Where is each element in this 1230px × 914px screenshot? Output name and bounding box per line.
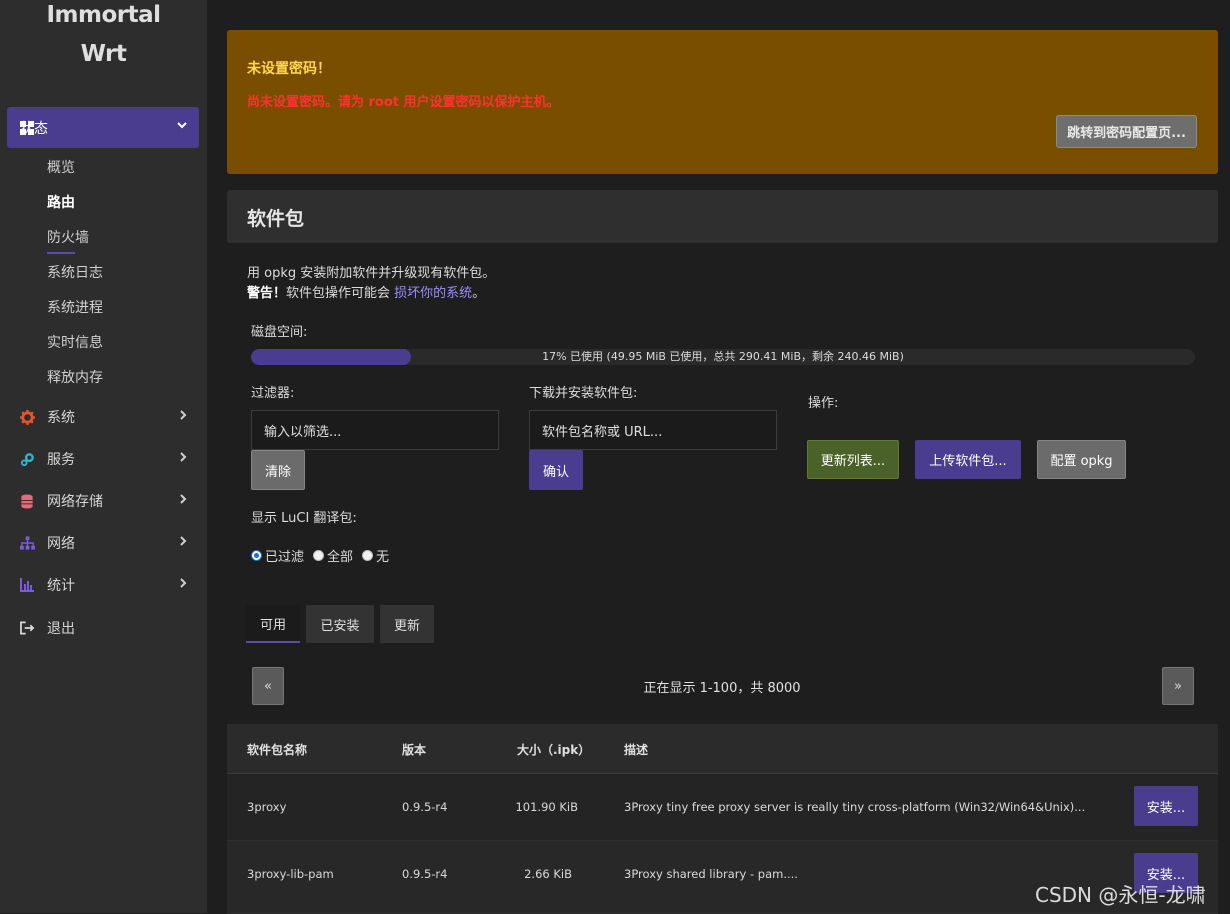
sidebar-item-statistics[interactable]: 统计: [0, 570, 207, 600]
filter-input[interactable]: 输入以筛选...: [251, 410, 499, 450]
chevron-right-icon: [178, 451, 188, 467]
password-warning-alert: 未设置密码！ 尚未设置密码。请为 root 用户设置密码以保护主机。 跳转到密码…: [227, 30, 1218, 174]
tab-available[interactable]: 可用: [246, 605, 300, 643]
upload-package-button[interactable]: 上传软件包...: [915, 440, 1021, 479]
section-header: 软件包: [227, 190, 1218, 243]
database-icon: [19, 493, 35, 509]
filter-label: 过滤器:: [251, 386, 295, 401]
chevron-right-icon: [178, 577, 188, 593]
subitem-hover-underline: [47, 252, 75, 254]
table-row: 3proxy 0.9.5-r4 101.90 KiB 3Proxy tiny f…: [227, 774, 1218, 841]
sidebar-item-logout[interactable]: 退出: [0, 613, 207, 643]
alert-title: 未设置密码！: [247, 61, 331, 77]
damage-system-link[interactable]: 损坏你的系统: [394, 286, 472, 301]
column-header-size: 大小（.ipk）: [517, 743, 591, 757]
radio-option-all[interactable]: 全部: [313, 546, 353, 565]
sidebar-item-status[interactable]: 状态: [7, 107, 199, 148]
radio-option-none[interactable]: 无: [362, 546, 389, 565]
description-text: 用 opkg 安装附加软件并升级现有软件包。: [247, 266, 496, 281]
sidebar-subitem-syslog[interactable]: 系统日志: [47, 262, 103, 282]
gear-icon: [19, 409, 35, 425]
sidebar-item-label: 退出: [47, 621, 75, 637]
warning-text: 警告！软件包操作可能会 损坏你的系统。: [247, 282, 485, 301]
packages-table-header: 软件包名称 版本 大小（.ipk） 描述: [227, 724, 1218, 774]
package-size: 101.90 KiB: [515, 800, 578, 814]
sidebar-subitem-processes[interactable]: 系统进程: [47, 297, 103, 317]
brand-logo-line1: Immortal: [46, 2, 161, 28]
csdn-watermark: CSDN @永恒-龙啸: [1035, 883, 1206, 907]
package-version: 0.9.5-r4: [402, 800, 448, 814]
cogs-icon: [19, 451, 35, 467]
download-install-label: 下载并安装软件包:: [529, 386, 638, 401]
chevron-right-icon: [178, 493, 188, 509]
disk-usage-progress: 17% 已使用 (49.95 MiB 已使用，总共 290.41 MiB，剩余 …: [251, 349, 1195, 365]
chevron-right-icon: [178, 409, 188, 425]
sidebar-subitem-routes[interactable]: 路由: [47, 192, 75, 212]
radio-all-label: 全部: [327, 550, 354, 565]
chevron-down-icon: [176, 119, 188, 134]
sitemap-icon: [19, 535, 35, 551]
page-title: 软件包: [247, 208, 305, 230]
disk-space-label: 磁盘空间:: [251, 325, 308, 340]
column-header-description: 描述: [624, 743, 649, 757]
bar-chart-icon: [19, 577, 35, 593]
sidebar-subitem-overview[interactable]: 概览: [47, 157, 75, 177]
pager-prev-button[interactable]: «: [252, 667, 284, 705]
radio-none[interactable]: [362, 550, 374, 561]
sidebar-item-label: 网络: [47, 536, 75, 552]
package-version: 0.9.5-r4: [402, 867, 448, 881]
sidebar-item-label: 服务: [47, 452, 75, 468]
alert-text: 尚未设置密码。请为 root 用户设置密码以保护主机。: [247, 95, 560, 110]
chevron-right-icon: [178, 535, 188, 551]
sidebar-item-nas[interactable]: 网络存储: [0, 486, 207, 516]
warning-body: 软件包操作可能会: [286, 286, 391, 301]
sidebar-item-system[interactable]: 系统: [0, 402, 207, 432]
logout-icon: [19, 620, 35, 636]
radio-option-filtered[interactable]: 已过滤: [251, 546, 304, 565]
column-header-version: 版本: [402, 743, 427, 757]
sidebar-item-label: 系统: [47, 410, 75, 426]
goto-password-config-button[interactable]: 跳转到密码配置页...: [1056, 115, 1197, 148]
confirm-install-button[interactable]: 确认: [529, 450, 583, 490]
actions-label: 操作:: [808, 396, 839, 411]
radio-filtered-label: 已过滤: [265, 550, 305, 565]
package-description: 3Proxy shared library - pam....: [624, 867, 798, 881]
brand-logo-line2: Wrt: [80, 41, 127, 67]
configure-opkg-button[interactable]: 配置 opkg: [1037, 440, 1126, 479]
disk-usage-text: 17% 已使用 (49.95 MiB 已使用，总共 290.41 MiB，剩余 …: [542, 350, 904, 363]
update-lists-button[interactable]: 更新列表...: [807, 440, 899, 479]
sidebar: Immortal Wrt 状态 概览 路由 防火墙 系统日志 系统进程 实时信息…: [0, 0, 207, 913]
sidebar-item-label: 状态: [20, 120, 48, 137]
luci-translation-label: 显示 LuCI 翻译包:: [251, 511, 357, 526]
package-url-input[interactable]: 软件包名称或 URL...: [529, 410, 777, 450]
sidebar-subitem-realtime[interactable]: 实时信息: [47, 332, 103, 352]
install-button[interactable]: 安装...: [1134, 786, 1198, 826]
package-size: 2.66 KiB: [524, 867, 572, 881]
warning-prefix: 警告！: [247, 286, 287, 301]
clear-filter-button[interactable]: 清除: [251, 450, 305, 490]
warning-suffix: 。: [472, 286, 486, 301]
sidebar-item-label: 网络存储: [47, 494, 103, 510]
radio-all[interactable]: [313, 550, 325, 561]
pager-status-text: 正在显示 1-100，共 8000: [643, 681, 801, 696]
pager-next-button[interactable]: »: [1162, 667, 1194, 705]
package-name: 3proxy-lib-pam: [247, 867, 334, 881]
sidebar-subitem-release-memory[interactable]: 释放内存: [47, 367, 103, 387]
radio-none-label: 无: [376, 550, 390, 565]
luci-translation-radio-group: 已过滤 全部 无: [251, 546, 398, 565]
column-header-name: 软件包名称: [247, 743, 308, 757]
sidebar-item-services[interactable]: 服务: [0, 444, 207, 474]
package-name: 3proxy: [247, 800, 287, 814]
sidebar-subitem-firewall[interactable]: 防火墙: [47, 227, 89, 247]
tab-updates[interactable]: 更新: [380, 605, 434, 643]
sidebar-item-label: 统计: [47, 578, 75, 594]
tab-installed[interactable]: 已安装: [306, 605, 374, 643]
sidebar-item-network[interactable]: 网络: [0, 528, 207, 558]
radio-filtered[interactable]: [251, 550, 262, 561]
package-description: 3Proxy tiny free proxy server is really …: [624, 800, 1086, 814]
